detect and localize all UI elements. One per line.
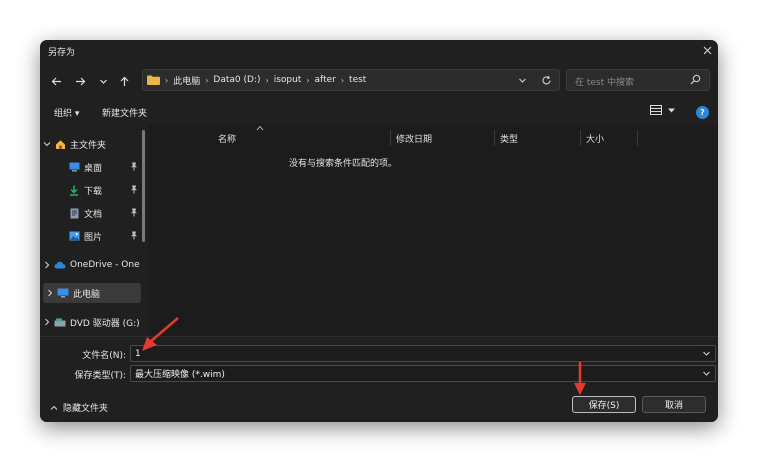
save-button[interactable]: 保存(S) <box>572 396 636 413</box>
column-divider[interactable] <box>637 130 638 146</box>
recent-locations-button[interactable] <box>95 73 111 89</box>
pin-icon <box>130 162 138 174</box>
file-list-pane: 名称 修改日期 类型 大小 没有与搜索条件匹配的项。 <box>148 124 718 336</box>
column-header-size[interactable]: 大小 <box>580 128 638 148</box>
help-icon[interactable]: ? <box>696 106 709 119</box>
refresh-icon <box>542 75 551 84</box>
close-icon <box>703 46 711 54</box>
filename-label: 文件名(N): <box>82 351 126 361</box>
pin-icon <box>130 185 138 197</box>
search-icon <box>690 74 701 88</box>
dvd-drive-icon <box>54 316 66 328</box>
cancel-button[interactable]: 取消 <box>642 396 706 413</box>
chevron-down-icon <box>99 79 107 84</box>
sidebar-item-this-pc[interactable]: 此电脑 <box>43 283 141 303</box>
desktop-icon <box>68 161 80 173</box>
hide-folders-label: 隐藏文件夹 <box>63 404 109 414</box>
chevron-down-icon[interactable] <box>40 140 54 148</box>
sidebar-item-pictures[interactable]: 图片 <box>40 226 144 246</box>
change-view-button[interactable] <box>650 105 675 115</box>
forward-arrow-icon <box>75 77 85 85</box>
title-bar: 另存为 <box>40 40 718 60</box>
empty-list-message: 没有与搜索条件匹配的项。 <box>288 159 397 169</box>
address-history-button[interactable] <box>515 73 529 87</box>
forward-button[interactable] <box>72 73 88 89</box>
sidebar-item-label: 文档 <box>84 209 103 220</box>
breadcrumb-data0[interactable]: Data0 (D:) <box>213 75 260 85</box>
breadcrumb-separator: › <box>306 75 310 85</box>
breadcrumb-isoput[interactable]: isoput <box>274 75 302 85</box>
pin-icon <box>130 208 138 220</box>
chevron-right-icon[interactable] <box>40 261 54 269</box>
chevron-down-icon[interactable] <box>702 349 711 361</box>
folder-icon <box>147 75 160 85</box>
breadcrumb-test[interactable]: test <box>349 75 366 85</box>
chevron-down-icon[interactable] <box>702 369 711 381</box>
breadcrumb-this-pc[interactable]: 此电脑 <box>173 74 200 87</box>
navigation-pane: 主文件夹 桌面 下载 文档 图片 OneDrive - One 此电脑 DVD … <box>40 130 148 330</box>
up-arrow-icon <box>120 76 128 86</box>
pin-icon <box>130 231 138 243</box>
refresh-button[interactable] <box>539 73 553 87</box>
computer-icon <box>57 287 69 299</box>
filename-input[interactable]: 1 <box>130 345 716 362</box>
download-icon <box>68 184 80 196</box>
breadcrumb-after[interactable]: after <box>315 75 336 85</box>
navigation-bar: › 此电脑 › Data0 (D:) › isoput › after › te… <box>40 66 718 96</box>
sidebar-item-label: DVD 驱动器 (G:) <box>70 318 140 329</box>
address-bar[interactable]: › 此电脑 › Data0 (D:) › isoput › after › te… <box>142 69 560 91</box>
sidebar-item-documents[interactable]: 文档 <box>40 203 144 223</box>
chevron-down-icon <box>518 78 526 83</box>
sidebar-item-label: OneDrive - One <box>70 260 140 270</box>
dialog-title: 另存为 <box>48 48 76 58</box>
save-form: 文件名(N): 1 保存类型(T): 最大压缩映像 (*.wim) 隐藏文件夹 … <box>40 336 718 422</box>
back-arrow-icon <box>51 77 61 85</box>
organize-menu[interactable]: 组织 ▾ <box>54 106 79 119</box>
search-box[interactable]: 在 test 中搜索 <box>566 69 710 91</box>
filetype-label: 保存类型(T): <box>74 371 126 381</box>
filetype-value: 最大压缩映像 (*.wim) <box>135 370 225 380</box>
cloud-icon <box>54 259 66 271</box>
sidebar-scrollbar[interactable] <box>142 130 145 242</box>
breadcrumb: › 此电脑 › Data0 (D:) › isoput › after › te… <box>147 70 366 90</box>
sidebar-item-label: 图片 <box>84 232 103 243</box>
breadcrumb-separator: › <box>265 75 269 85</box>
sidebar-item-label: 此电脑 <box>73 289 101 300</box>
save-as-dialog: 另存为 › 此电脑 › Data0 (D:) › isoput › after … <box>40 40 718 422</box>
breadcrumb-separator: › <box>340 75 345 85</box>
chevron-right-icon[interactable] <box>40 318 54 326</box>
chevron-up-icon <box>50 405 58 410</box>
sidebar-item-onedrive[interactable]: OneDrive - One <box>40 255 144 275</box>
breadcrumb-separator: › <box>165 75 169 85</box>
hide-folders-toggle[interactable]: 隐藏文件夹 <box>50 401 108 414</box>
back-button[interactable] <box>48 73 64 89</box>
column-header-name[interactable]: 名称 <box>212 128 392 148</box>
breadcrumb-separator: › <box>205 75 209 85</box>
details-view-icon <box>650 105 662 115</box>
filename-value: 1 <box>135 348 141 359</box>
sidebar-item-dvd-drive[interactable]: DVD 驱动器 (G:) <box>40 312 144 332</box>
column-header-modified[interactable]: 修改日期 <box>390 128 494 148</box>
sidebar-item-desktop[interactable]: 桌面 <box>40 157 144 177</box>
sidebar-item-label: 下载 <box>84 186 103 197</box>
command-toolbar: 组织 ▾ 新建文件夹 ? <box>40 102 718 124</box>
home-icon <box>54 138 66 150</box>
sidebar-item-home[interactable]: 主文件夹 <box>40 134 144 154</box>
sidebar-item-label: 主文件夹 <box>70 140 107 151</box>
chevron-down-icon <box>668 108 675 112</box>
column-header-type[interactable]: 类型 <box>494 128 580 148</box>
chevron-right-icon[interactable] <box>43 289 57 297</box>
up-button[interactable] <box>116 73 132 89</box>
sidebar-item-label: 桌面 <box>84 163 103 174</box>
document-icon <box>68 207 80 219</box>
filetype-select[interactable]: 最大压缩映像 (*.wim) <box>130 365 716 382</box>
close-button[interactable] <box>696 40 718 60</box>
search-placeholder: 在 test 中搜索 <box>575 78 635 88</box>
picture-icon <box>68 230 80 242</box>
sidebar-item-downloads[interactable]: 下载 <box>40 180 144 200</box>
new-folder-button[interactable]: 新建文件夹 <box>102 106 147 119</box>
